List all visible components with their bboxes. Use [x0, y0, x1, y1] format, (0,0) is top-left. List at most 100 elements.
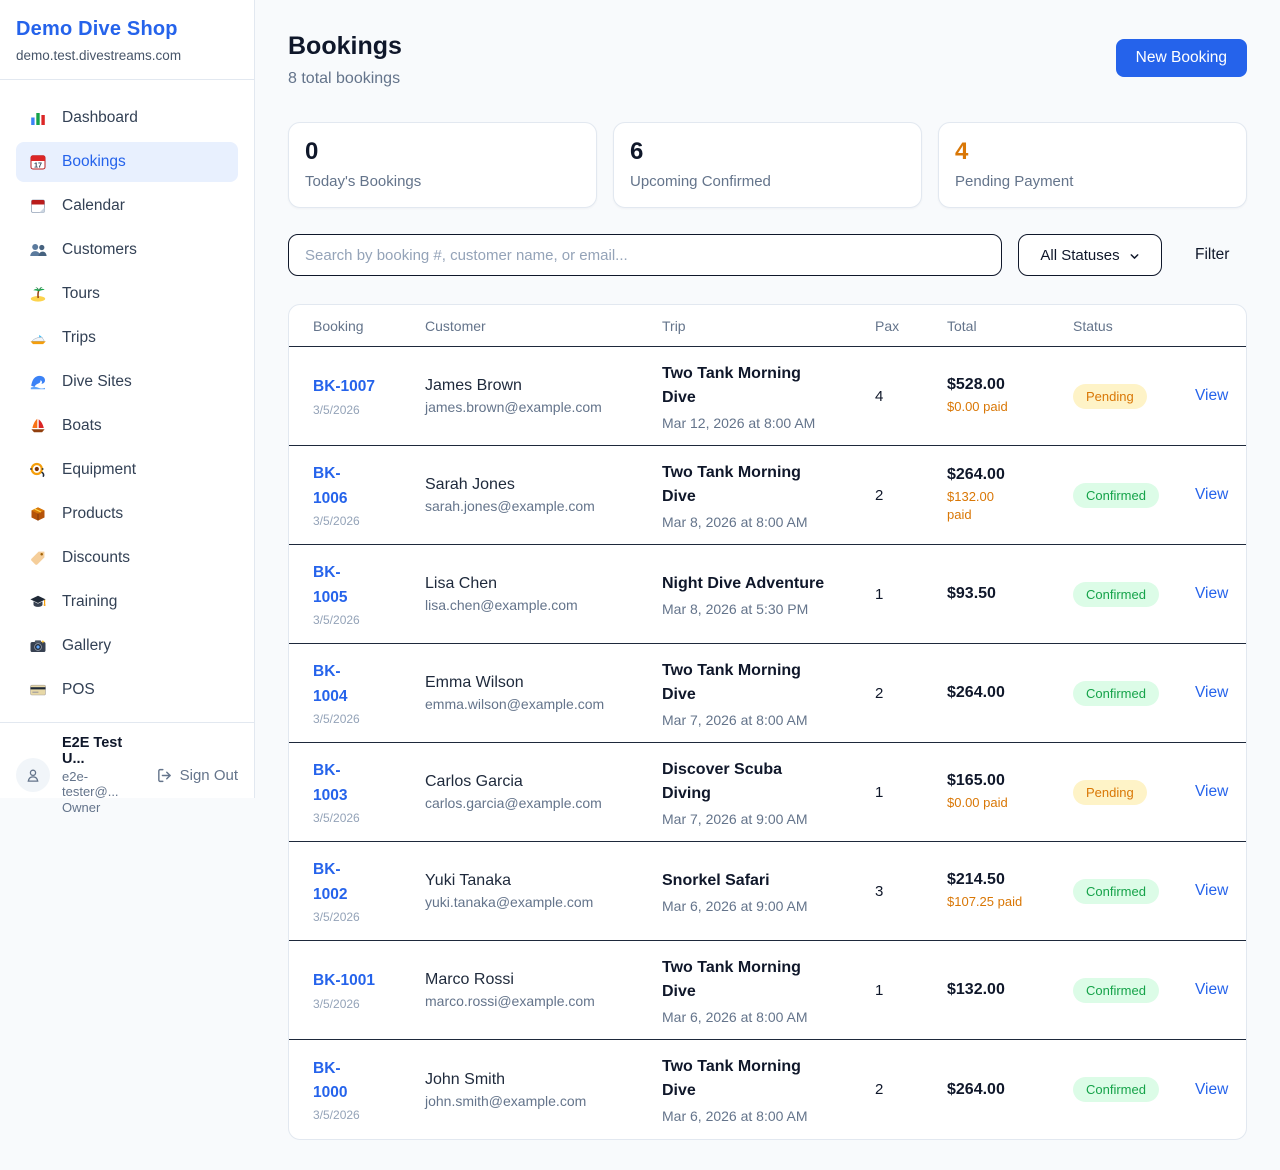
total-cell: $528.00 $0.00 paid	[947, 376, 1073, 416]
customer-email: marco.rossi@example.com	[425, 993, 662, 1009]
booking-id-link[interactable]: BK- 1005	[313, 561, 425, 609]
sidebar-item-boats[interactable]: Boats	[16, 406, 238, 446]
stat-value: 6	[630, 138, 905, 166]
sidebar-item-label: Customers	[62, 241, 137, 259]
booking-id-link[interactable]: BK- 1003	[313, 759, 425, 807]
customer-name: James Brown	[425, 377, 662, 395]
actions-cell: View	[1195, 387, 1228, 405]
total-cell: $264.00 $132.00 paid	[947, 466, 1073, 524]
status-badge: Pending	[1073, 384, 1147, 409]
trip-cell: Snorkel Safari Mar 6, 2026 at 9:00 AM	[662, 869, 875, 914]
sidebar-item-equipment[interactable]: Equipment	[16, 450, 238, 490]
trip-name: Two Tank Morning Dive	[662, 956, 875, 1004]
total-cell: $93.50	[947, 585, 1073, 603]
gallery-icon	[29, 637, 47, 655]
booking-id-link[interactable]: BK- 1002	[313, 858, 425, 906]
bookings-icon: 17	[29, 153, 47, 171]
paid-amount: $132.00 paid	[947, 488, 1039, 524]
booking-date: 3/5/2026	[313, 997, 425, 1011]
sidebar-item-trips[interactable]: Trips	[16, 318, 238, 358]
user-avatar-icon	[24, 766, 42, 784]
trip-datetime: Mar 6, 2026 at 8:00 AM	[662, 1009, 875, 1025]
table-row: BK- 1006 3/5/2026 Sarah Jones sarah.jone…	[289, 446, 1246, 545]
view-link[interactable]: View	[1195, 783, 1228, 800]
booking-id-link[interactable]: BK-1001	[313, 969, 425, 993]
sidebar-item-tours[interactable]: Tours	[16, 274, 238, 314]
status-cell: Confirmed	[1073, 483, 1195, 508]
view-link[interactable]: View	[1195, 981, 1228, 998]
booking-cell: BK- 1004 3/5/2026	[313, 660, 425, 725]
trip-cell: Discover Scuba Diving Mar 7, 2026 at 9:0…	[662, 758, 875, 827]
sign-out-label: Sign Out	[180, 767, 238, 784]
status-select[interactable]: All Statuses	[1018, 234, 1162, 276]
search-input[interactable]	[288, 234, 1002, 276]
sign-out-icon	[156, 767, 173, 784]
column-header-pax: Pax	[875, 318, 947, 334]
sign-out-button[interactable]: Sign Out	[156, 767, 238, 784]
view-link[interactable]: View	[1195, 585, 1228, 602]
customer-cell: Yuki Tanaka yuki.tanaka@example.com	[425, 872, 662, 910]
trip-datetime: Mar 8, 2026 at 8:00 AM	[662, 514, 875, 530]
filter-button[interactable]: Filter	[1195, 246, 1229, 264]
total-amount: $264.00	[947, 1081, 1073, 1099]
customer-email: sarah.jones@example.com	[425, 498, 662, 514]
total-cell: $264.00	[947, 684, 1073, 702]
booking-date: 3/5/2026	[313, 514, 425, 528]
pax-value: 2	[875, 685, 947, 702]
view-link[interactable]: View	[1195, 1081, 1228, 1098]
total-amount: $165.00	[947, 772, 1073, 790]
sidebar-item-dive-sites[interactable]: Dive Sites	[16, 362, 238, 402]
status-badge: Confirmed	[1073, 483, 1159, 508]
stat-label: Pending Payment	[955, 173, 1230, 190]
booking-id-link[interactable]: BK-1007	[313, 375, 425, 399]
table-row: BK-1007 3/5/2026 James Brown james.brown…	[289, 347, 1246, 446]
booking-id-link[interactable]: BK- 1000	[313, 1057, 425, 1105]
view-link[interactable]: View	[1195, 387, 1228, 404]
sidebar-item-training[interactable]: Training	[16, 582, 238, 622]
trip-cell: Night Dive Adventure Mar 8, 2026 at 5:30…	[662, 572, 875, 617]
trip-name: Two Tank Morning Dive	[662, 1055, 875, 1103]
new-booking-button[interactable]: New Booking	[1116, 39, 1247, 77]
customer-cell: Emma Wilson emma.wilson@example.com	[425, 674, 662, 712]
status-cell: Pending	[1073, 780, 1195, 805]
sidebar-item-pos[interactable]: POS	[16, 670, 238, 710]
column-header-trip: Trip	[662, 318, 875, 334]
booking-id-link[interactable]: BK- 1004	[313, 660, 425, 708]
status-cell: Confirmed	[1073, 582, 1195, 607]
booking-cell: BK- 1003 3/5/2026	[313, 759, 425, 824]
table-header-row: Booking Customer Trip Pax Total Status	[289, 305, 1246, 347]
sidebar-item-discounts[interactable]: Discounts	[16, 538, 238, 578]
actions-cell: View	[1195, 882, 1228, 900]
view-link[interactable]: View	[1195, 882, 1228, 899]
products-icon	[29, 505, 47, 523]
actions-cell: View	[1195, 684, 1228, 702]
actions-cell: View	[1195, 981, 1228, 999]
booking-date: 3/5/2026	[313, 910, 425, 924]
sidebar-item-label: Training	[62, 593, 117, 611]
customer-cell: Lisa Chen lisa.chen@example.com	[425, 575, 662, 613]
trip-name: Two Tank Morning Dive	[662, 362, 875, 410]
status-badge: Confirmed	[1073, 681, 1159, 706]
sidebar: Demo Dive Shop demo.test.divestreams.com…	[0, 0, 255, 798]
view-link[interactable]: View	[1195, 684, 1228, 701]
calendar-icon	[29, 197, 47, 215]
booking-cell: BK-1001 3/5/2026	[313, 969, 425, 1010]
status-badge: Pending	[1073, 780, 1147, 805]
trip-datetime: Mar 8, 2026 at 5:30 PM	[662, 601, 875, 617]
sidebar-item-gallery[interactable]: Gallery	[16, 626, 238, 666]
column-header-total: Total	[947, 318, 1073, 334]
customer-name: Marco Rossi	[425, 971, 662, 989]
sidebar-item-products[interactable]: Products	[16, 494, 238, 534]
status-badge: Confirmed	[1073, 879, 1159, 904]
total-amount: $214.50	[947, 871, 1073, 889]
sidebar-item-bookings[interactable]: 17 Bookings	[16, 142, 238, 182]
sidebar-item-dashboard[interactable]: Dashboard	[16, 98, 238, 138]
total-cell: $132.00	[947, 981, 1073, 999]
user-role: Owner	[62, 800, 144, 815]
sidebar-item-calendar[interactable]: Calendar	[16, 186, 238, 226]
sidebar-item-customers[interactable]: Customers	[16, 230, 238, 270]
customer-email: carlos.garcia@example.com	[425, 795, 662, 811]
booking-id-link[interactable]: BK- 1006	[313, 462, 425, 510]
customer-name: Carlos Garcia	[425, 773, 662, 791]
view-link[interactable]: View	[1195, 486, 1228, 503]
